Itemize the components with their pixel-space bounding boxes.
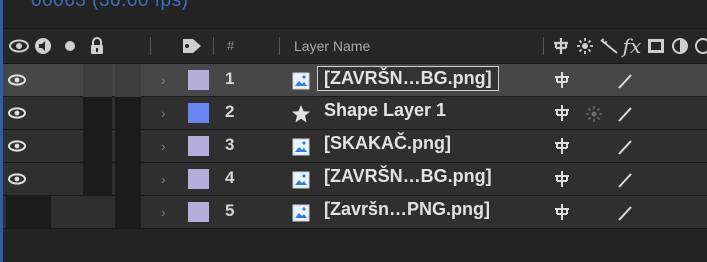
speaker-icon[interactable] xyxy=(32,29,54,63)
solo-cell[interactable] xyxy=(83,130,112,163)
layer-number: 4 xyxy=(225,168,235,187)
label-color-swatch[interactable] xyxy=(188,169,209,189)
collapse-switch-icon[interactable] xyxy=(585,105,603,123)
star-icon xyxy=(290,103,312,125)
visibility-eye-icon[interactable] xyxy=(6,166,28,192)
quality-switch-icon[interactable] xyxy=(615,137,637,157)
expand-chevron-icon[interactable]: › xyxy=(161,204,166,220)
timecode-bar: 00063 (30.00 fps) xyxy=(3,0,707,10)
header-separator xyxy=(150,37,151,55)
layer-row[interactable]: › 4 [ZAVRŠN…BG.png] xyxy=(3,163,707,196)
layer-number: 1 xyxy=(225,69,235,88)
shy-switch-icon[interactable] xyxy=(552,203,572,223)
label-color-swatch[interactable] xyxy=(188,136,209,156)
header-separator xyxy=(543,37,544,55)
quality-icon[interactable] xyxy=(598,29,620,63)
visibility-cell[interactable] xyxy=(6,196,51,229)
label-color-swatch[interactable] xyxy=(188,70,209,90)
layer-number: 5 xyxy=(225,201,235,220)
visibility-eye-icon[interactable] xyxy=(6,133,28,159)
expand-chevron-icon[interactable]: › xyxy=(161,105,166,121)
lock-icon[interactable] xyxy=(87,29,107,63)
header-separator xyxy=(213,37,214,55)
shy-switch-icon[interactable] xyxy=(552,71,572,91)
timecode-display[interactable]: 00063 (30.00 fps) xyxy=(31,0,188,10)
motion-blur-icon[interactable] xyxy=(645,29,667,63)
eye-icon[interactable] xyxy=(8,29,30,63)
shy-switch-icon[interactable] xyxy=(552,137,572,157)
lock-cell[interactable] xyxy=(115,130,141,163)
layer-name-column-header[interactable]: Layer Name xyxy=(294,38,370,54)
label-color-swatch[interactable] xyxy=(188,202,209,222)
solo-cell[interactable] xyxy=(83,163,112,196)
layer-name[interactable]: [Završn…PNG.png] xyxy=(324,199,490,220)
layer-row[interactable]: › 3 [SKAKAČ.png] xyxy=(3,130,707,163)
quality-switch-icon[interactable] xyxy=(615,71,637,91)
shy-switch-icon[interactable] xyxy=(552,104,572,124)
timeline-panel: 00063 (30.00 fps) # Layer Name xyxy=(0,0,707,262)
label-color-swatch[interactable] xyxy=(188,103,209,123)
label-tag-icon[interactable] xyxy=(179,29,205,63)
shy-switch-icon[interactable] xyxy=(552,170,572,190)
layer-name[interactable]: [ZAVRŠN…BG.png] xyxy=(317,66,499,91)
layer-row[interactable]: › 2 Shape Layer 1 xyxy=(3,97,707,130)
solo-cell[interactable] xyxy=(83,64,112,97)
layer-row[interactable]: › 5 [Završn…PNG.png] xyxy=(3,196,707,229)
layer-list: › 1 [ZAVRŠN…BG.png] › 2 Shape Layer 1 › … xyxy=(3,64,707,229)
lock-cell[interactable] xyxy=(115,64,141,97)
image-icon xyxy=(290,169,312,191)
expand-chevron-icon[interactable]: › xyxy=(161,72,166,88)
layer-row[interactable]: › 1 [ZAVRŠN…BG.png] xyxy=(3,64,707,97)
expand-chevron-icon[interactable]: › xyxy=(161,138,166,154)
collapse-icon[interactable] xyxy=(574,29,596,63)
quality-switch-icon[interactable] xyxy=(615,104,637,124)
layer-number: 3 xyxy=(225,135,235,154)
lock-cell[interactable] xyxy=(115,196,141,229)
visibility-eye-icon[interactable] xyxy=(6,67,28,93)
solo-dot-icon[interactable] xyxy=(61,29,79,63)
number-column-header[interactable]: # xyxy=(227,38,234,53)
adjustment-layer-icon[interactable] xyxy=(669,29,691,63)
header-separator xyxy=(279,37,280,55)
visibility-eye-icon[interactable] xyxy=(6,100,28,126)
shy-icon[interactable] xyxy=(550,29,572,63)
3d-layer-icon[interactable] xyxy=(693,29,707,63)
solo-cell[interactable] xyxy=(83,97,112,130)
layer-number: 2 xyxy=(225,102,235,121)
image-icon xyxy=(290,70,312,92)
fx-icon[interactable]: fx xyxy=(621,29,643,63)
layer-name[interactable]: [ZAVRŠN…BG.png] xyxy=(324,166,492,187)
quality-switch-icon[interactable] xyxy=(615,170,637,190)
expand-chevron-icon[interactable]: › xyxy=(161,171,166,187)
quality-switch-icon[interactable] xyxy=(615,203,637,223)
lock-cell[interactable] xyxy=(115,97,141,130)
image-icon xyxy=(290,202,312,224)
image-icon xyxy=(290,136,312,158)
layer-name[interactable]: [SKAKAČ.png] xyxy=(324,133,451,154)
layer-name[interactable]: Shape Layer 1 xyxy=(324,100,446,121)
layer-column-header: # Layer Name fx xyxy=(3,28,707,64)
lock-cell[interactable] xyxy=(115,163,141,196)
